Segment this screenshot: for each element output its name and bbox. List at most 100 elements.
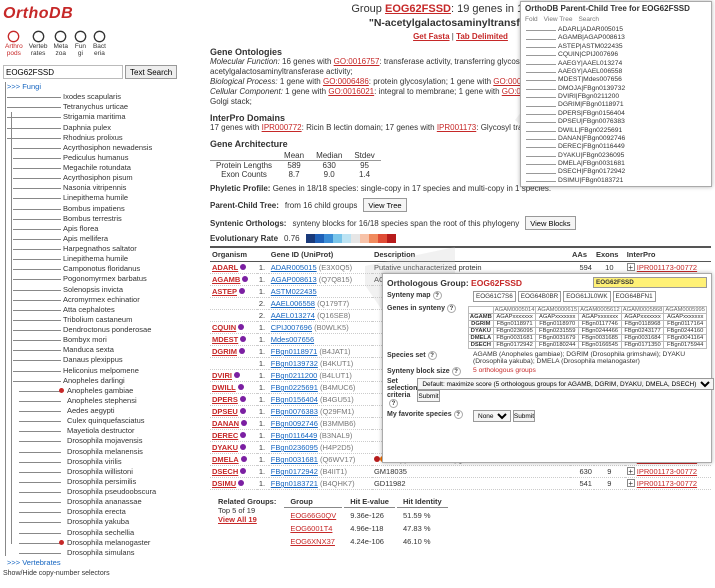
organism-link[interactable]: DPERS xyxy=(212,395,238,404)
help-icon[interactable]: ? xyxy=(389,399,398,408)
gene-link[interactable]: ASTM022435 xyxy=(271,287,317,296)
help-icon[interactable]: ? xyxy=(447,304,456,313)
species-node[interactable]: Pediculus humanus xyxy=(7,153,203,163)
species-node[interactable]: Nasonia vitripennis xyxy=(7,183,203,193)
pc-leaf[interactable]: DYAKU|FBgn0236095 xyxy=(524,152,708,160)
organism-link[interactable]: DWILL xyxy=(212,383,236,392)
organism-link[interactable]: DSIMU xyxy=(212,479,236,488)
species-node[interactable]: Daphnia pulex xyxy=(7,123,203,133)
species-node[interactable]: Drosophila sechellia xyxy=(7,528,203,538)
species-node[interactable]: Solenopsis invicta xyxy=(7,285,203,295)
pc-leaf[interactable]: DANAN|FBgn0092746 xyxy=(524,135,708,143)
view-all-link[interactable]: View All 19 xyxy=(218,515,257,524)
expand-icon[interactable]: + xyxy=(627,467,635,475)
organism-link[interactable]: DYAKU xyxy=(212,443,238,452)
tab-delim-link[interactable]: Tab Delimited xyxy=(456,32,508,41)
pc-leaf[interactable]: DVIRI|FBgn0211200 xyxy=(524,93,708,101)
eog-chip[interactable]: EOG64B0BR xyxy=(518,291,561,302)
species-node[interactable]: Drosophila melanogaster xyxy=(7,538,203,548)
species-node[interactable]: Linepithema humile xyxy=(7,254,203,264)
related-group-link[interactable]: EOG66G0QV xyxy=(290,511,336,520)
pc-leaf[interactable]: DSECH|FBgn0172942 xyxy=(524,168,708,176)
species-node[interactable]: Dendroctonus ponderosae xyxy=(7,325,203,335)
search-input[interactable] xyxy=(3,65,123,79)
species-node[interactable]: Drosophila ananassae xyxy=(7,497,203,507)
ipr-link[interactable]: IPR001173-00772 xyxy=(637,263,697,272)
pc-tool[interactable]: Search xyxy=(578,16,599,23)
criteria-select[interactable]: Default: maximize score (5 orthologous g… xyxy=(417,378,714,390)
pc-leaf[interactable]: DSIMU|FBgn0183721 xyxy=(524,177,708,185)
gene-link[interactable]: FBgn0211200 xyxy=(271,371,318,380)
species-node[interactable]: Strigamia maritima xyxy=(7,112,203,122)
gene-link[interactable]: AGAP008613 xyxy=(271,275,317,284)
gene-link[interactable]: FBgn0183721 xyxy=(271,479,318,488)
pc-leaf[interactable]: MDEST|Mdes007656 xyxy=(524,76,708,84)
species-node[interactable]: Drosophila willistoni xyxy=(7,467,203,477)
get-fasta-link[interactable]: Get Fasta xyxy=(413,32,449,41)
species-node[interactable]: Danaus plexippus xyxy=(7,355,203,365)
gene-link[interactable]: FBgn0118971 xyxy=(271,347,318,356)
taxa-icon[interactable]: Meta zoa xyxy=(52,29,70,58)
organism-link[interactable]: DPSEU xyxy=(212,407,238,416)
pc-leaf[interactable]: ADARL|ADAR005015 xyxy=(524,26,708,34)
eog-chip[interactable]: EOG61JL0WK xyxy=(563,291,610,302)
gene-link[interactable]: FBgn0116449 xyxy=(271,431,318,440)
pc-leaf[interactable]: DPSEU|FBgn0076383 xyxy=(524,118,708,126)
species-node[interactable]: Atta cephalotes xyxy=(7,305,203,315)
favorite-submit[interactable] xyxy=(513,410,535,422)
species-node[interactable]: Drosophila yakuba xyxy=(7,517,203,527)
pc-leaf[interactable]: AAEGY|AAEL013274 xyxy=(524,60,708,68)
organism-link[interactable]: ADARL xyxy=(212,263,238,272)
organism-link[interactable]: DMELA xyxy=(212,455,239,464)
species-node[interactable]: Linepithema humile xyxy=(7,193,203,203)
related-group-link[interactable]: EOG6001T4 xyxy=(290,524,332,533)
species-node[interactable]: Apis florea xyxy=(7,224,203,234)
view-blocks-button[interactable]: View Blocks xyxy=(525,216,575,230)
species-node[interactable]: Heliconius melpomene xyxy=(7,366,203,376)
species-node[interactable]: Anopheles stephensi xyxy=(7,396,203,406)
organism-link[interactable]: DEREC xyxy=(212,431,238,440)
species-node[interactable]: Bombus impatiens xyxy=(7,204,203,214)
help-icon[interactable]: ? xyxy=(433,291,442,300)
taxa-icon[interactable]: Arthro pods xyxy=(3,29,25,58)
gene-link[interactable]: FBgn0156404 xyxy=(271,395,318,404)
copy-number-toggle[interactable]: Show/Hide copy-number selectors xyxy=(3,570,203,577)
gene-link[interactable]: ADAR005015 xyxy=(271,263,317,272)
organism-link[interactable]: DGRIM xyxy=(212,347,237,356)
group-id-link[interactable]: EOG62FSSD xyxy=(385,3,451,15)
pc-leaf[interactable]: AAEGY|AAEL006558 xyxy=(524,68,708,76)
species-node[interactable]: Drosophila melanensis xyxy=(7,447,203,457)
pc-leaf[interactable]: DGRIM|FBgn0118971 xyxy=(524,101,708,109)
pc-leaf[interactable]: DEREC|FBgn0116449 xyxy=(524,143,708,151)
species-node[interactable]: Tribolium castaneum xyxy=(7,315,203,325)
species-node[interactable]: Drosophila virilis xyxy=(7,457,203,467)
eog-chip[interactable]: EOG61C7S6 xyxy=(473,291,516,302)
pc-leaf[interactable]: DMELA|FBgn0031681 xyxy=(524,160,708,168)
species-node[interactable]: Acyrthosiphon pisum xyxy=(7,173,203,183)
vertebrates-link[interactable]: >>> Vertebrates xyxy=(7,558,61,567)
help-icon[interactable]: ? xyxy=(454,410,463,419)
species-node[interactable]: Bombus terrestris xyxy=(7,214,203,224)
organism-link[interactable]: AGAMB xyxy=(212,275,240,284)
ipr-link[interactable]: IPR000772 xyxy=(262,123,302,132)
taxa-icon[interactable]: Verteb rates xyxy=(27,29,50,58)
criteria-submit[interactable] xyxy=(417,390,439,402)
species-node[interactable]: Drosophila persimilis xyxy=(7,477,203,487)
help-icon[interactable]: ? xyxy=(428,351,437,360)
gene-link[interactable]: FBgn0236095 xyxy=(271,443,318,452)
synteny-group-link[interactable]: EOG62FSSD xyxy=(471,278,522,288)
species-node[interactable]: Drosophila erecta xyxy=(7,507,203,517)
pc-tool[interactable]: Fold xyxy=(525,16,538,23)
species-node[interactable]: Acyrthosiphon newadensis xyxy=(7,143,203,153)
organism-link[interactable]: DSECH xyxy=(212,467,238,476)
gene-link[interactable]: CPIJ007696 xyxy=(271,323,312,332)
gene-link[interactable]: FBgn0092746 xyxy=(271,419,318,428)
species-node[interactable]: Manduca sexta xyxy=(7,345,203,355)
ipr-link[interactable]: IPR001173 xyxy=(437,123,476,132)
organism-link[interactable]: DANAN xyxy=(212,419,239,428)
species-node[interactable]: Ixodes scapularis xyxy=(7,92,203,102)
go-link[interactable]: GO:0016757 xyxy=(334,57,380,66)
gene-link[interactable]: FBgn0139732 xyxy=(271,359,318,368)
pc-leaf[interactable]: DMOJA|FBgn0139732 xyxy=(524,85,708,93)
pc-leaf[interactable]: DPERS|FBgn0156404 xyxy=(524,110,708,118)
